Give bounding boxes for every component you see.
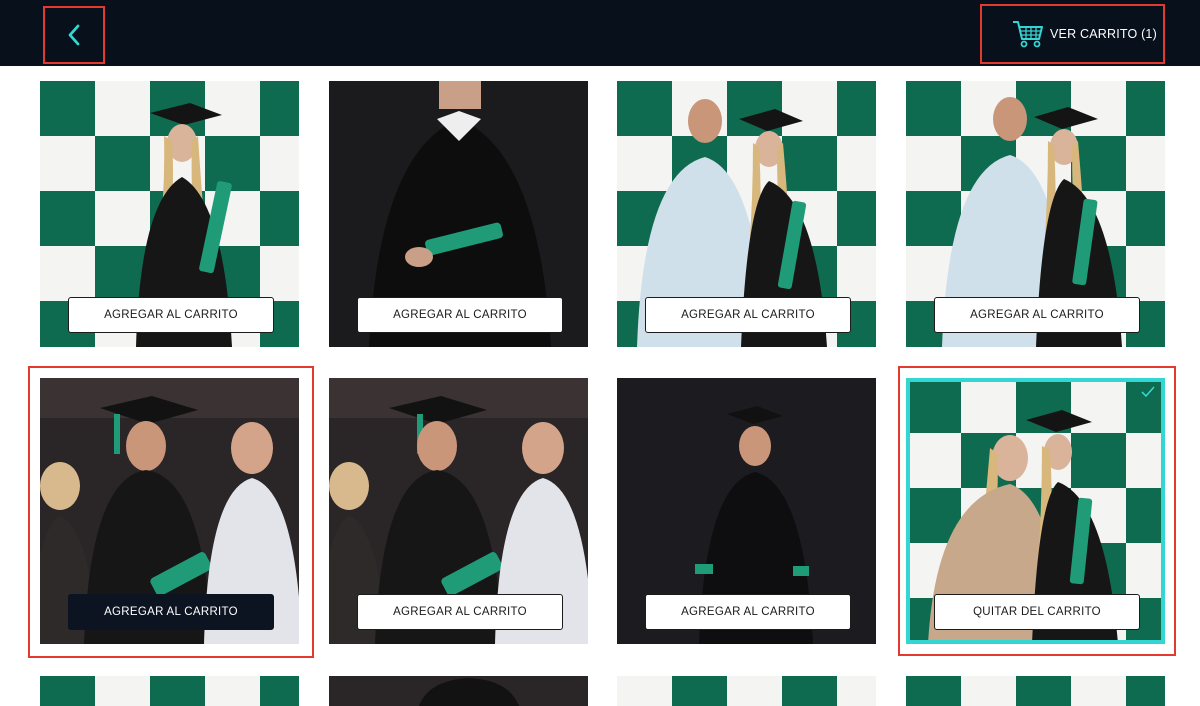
photo-tile[interactable] xyxy=(40,676,299,706)
chevron-left-icon xyxy=(68,24,80,46)
photo-tile[interactable]: AGREGAR AL CARRITO xyxy=(329,378,588,644)
photo-tile[interactable]: AGREGAR AL CARRITO xyxy=(40,81,299,347)
add-to-cart-button[interactable]: AGREGAR AL CARRITO xyxy=(357,594,563,630)
photo-tile[interactable]: AGREGAR AL CARRITO xyxy=(617,81,876,347)
photo-tile[interactable] xyxy=(329,676,588,706)
photo-thumbnail xyxy=(617,676,876,706)
photo-tile[interactable]: AGREGAR AL CARRITO xyxy=(40,378,299,644)
add-to-cart-button[interactable]: AGREGAR AL CARRITO xyxy=(357,297,563,333)
photo-tile[interactable]: AGREGAR AL CARRITO xyxy=(329,81,588,347)
top-bar: VER CARRITO (1) xyxy=(0,0,1200,66)
add-to-cart-button[interactable]: AGREGAR AL CARRITO xyxy=(645,297,851,333)
check-icon xyxy=(1141,386,1155,398)
add-to-cart-button[interactable]: AGREGAR AL CARRITO xyxy=(68,594,274,630)
view-cart-button[interactable]: VER CARRITO (1) xyxy=(980,4,1165,64)
shopping-cart-icon xyxy=(1013,21,1043,48)
back-button[interactable] xyxy=(43,6,105,64)
photo-thumbnail xyxy=(906,676,1165,706)
view-cart-label: VER CARRITO (1) xyxy=(1050,27,1157,41)
add-to-cart-button[interactable]: AGREGAR AL CARRITO xyxy=(645,594,851,630)
remove-from-cart-button[interactable]: QUITAR DEL CARRITO xyxy=(934,594,1140,630)
photo-tile-selected[interactable]: QUITAR DEL CARRITO xyxy=(906,378,1165,644)
photo-tile[interactable]: AGREGAR AL CARRITO xyxy=(617,378,876,644)
photo-tile[interactable]: AGREGAR AL CARRITO xyxy=(906,81,1165,347)
add-to-cart-button[interactable]: AGREGAR AL CARRITO xyxy=(934,297,1140,333)
add-to-cart-button[interactable]: AGREGAR AL CARRITO xyxy=(68,297,274,333)
photo-thumbnail xyxy=(40,676,299,706)
photo-tile[interactable] xyxy=(617,676,876,706)
photo-tile[interactable] xyxy=(906,676,1165,706)
photo-thumbnail xyxy=(329,676,588,706)
